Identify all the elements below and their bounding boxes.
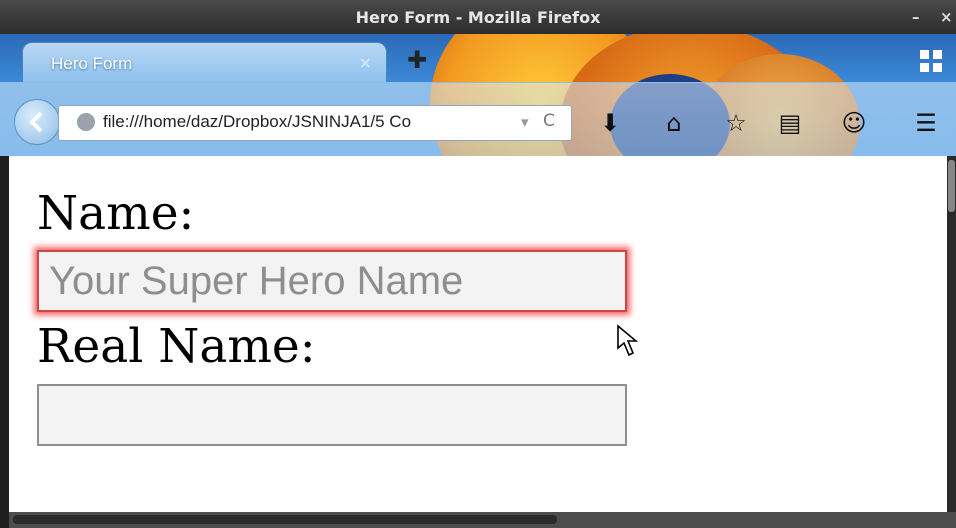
bookmark-star-icon[interactable]: ☆ [722,109,750,137]
navigation-bar: file:///home/daz/Dropbox/JSNINJA1/5 Co ▾… [0,82,956,156]
horizontal-scrollbar[interactable] [9,512,956,528]
reload-icon[interactable]: C [543,111,555,131]
url-dropdown-icon[interactable]: ▾ [521,113,529,131]
vertical-scrollbar[interactable] [947,156,956,512]
home-icon[interactable]: ⌂ [660,109,688,137]
window-titlebar: Hero Form - Mozilla Firefox – × [0,0,956,34]
menu-icon[interactable]: ☰ [912,109,940,137]
vertical-scroll-thumb[interactable] [948,160,955,212]
real-name-label: Real Name: [37,319,316,374]
back-arrow-icon [29,111,43,133]
url-bar[interactable]: file:///home/daz/Dropbox/JSNINJA1/5 Co ▾… [58,105,572,141]
tab-label: Hero Form [51,54,133,73]
window-title: Hero Form - Mozilla Firefox [355,8,601,27]
download-icon[interactable]: ⬇ [596,109,624,137]
url-text: file:///home/daz/Dropbox/JSNINJA1/5 Co [103,112,412,131]
globe-icon [77,113,95,131]
real-name-input[interactable] [37,384,627,446]
window-minimize-button[interactable]: – [912,8,920,26]
tab-groups-icon[interactable] [918,48,944,74]
mouse-cursor-icon [617,324,638,357]
tab-hero-form[interactable]: Hero Form × [22,42,387,83]
window-close-button[interactable]: × [940,8,953,26]
hero-name-input[interactable] [37,250,627,312]
name-label: Name: [37,186,195,241]
close-tab-icon[interactable]: × [359,53,372,72]
reading-list-icon[interactable]: ▤ [776,109,804,137]
ghostery-icon[interactable]: ☺ [840,109,868,137]
horizontal-scroll-thumb[interactable] [13,515,557,524]
back-button[interactable] [14,99,60,145]
page-content: Name: Real Name: [9,156,947,512]
new-tab-button[interactable]: ✚ [405,48,429,72]
browser-toolbar: Hero Form × ✚ file:///home/daz/Dropbox/J… [0,34,956,156]
